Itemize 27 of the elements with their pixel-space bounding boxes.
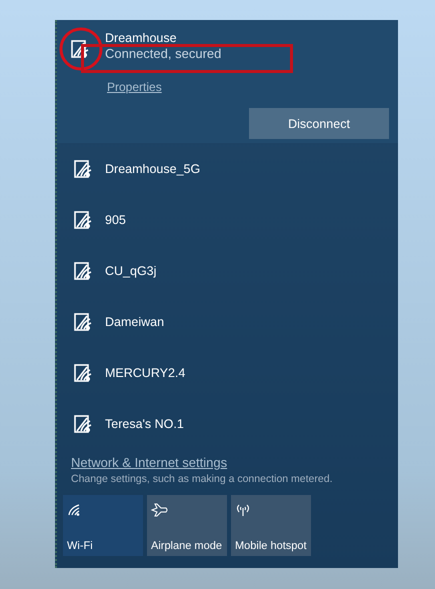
quick-action-tile[interactable]: Wi-Fi [63,495,143,556]
wifi-signal-icon [74,364,92,382]
network-name[interactable]: MERCURY2.4 [105,364,186,380]
properties-link[interactable]: Properties [107,80,162,94]
network-name[interactable]: Dameiwan [105,314,164,330]
network-name[interactable]: Dreamhouse_5G [105,160,200,176]
network-name[interactable]: CU_qG3j [105,262,156,278]
wifi-signal-icon [74,160,92,178]
settings-description: Change settings, such as making a connection metered. [71,473,334,485]
quick-action-tile[interactable]: Airplane mode [147,495,227,556]
network-settings-link[interactable]: Network & Internet settings [71,455,228,470]
wifi-signal-icon [74,210,92,228]
network-name[interactable]: Teresa's NO.1 [105,416,184,432]
connection-status: Connected, secured [105,45,222,63]
disconnect-button[interactable]: Disconnect [249,108,389,139]
network-name[interactable]: Dreamhouse [105,32,222,44]
wifi-signal-icon [74,312,92,330]
annotation-circle [59,27,103,71]
wifi-icon [67,503,81,517]
airplane-icon [151,503,169,517]
wifi-signal-icon [74,262,92,280]
network-item[interactable]: Dreamhouse Connected, secured Properties Disconnect [57,20,398,143]
hotspot-icon [235,503,251,517]
network-name[interactable]: 905 [105,212,126,228]
quick-action-tile[interactable]: Mobile hotspot [231,495,311,556]
wifi-signal-icon [71,40,89,58]
wifi-signal-icon [74,414,92,432]
